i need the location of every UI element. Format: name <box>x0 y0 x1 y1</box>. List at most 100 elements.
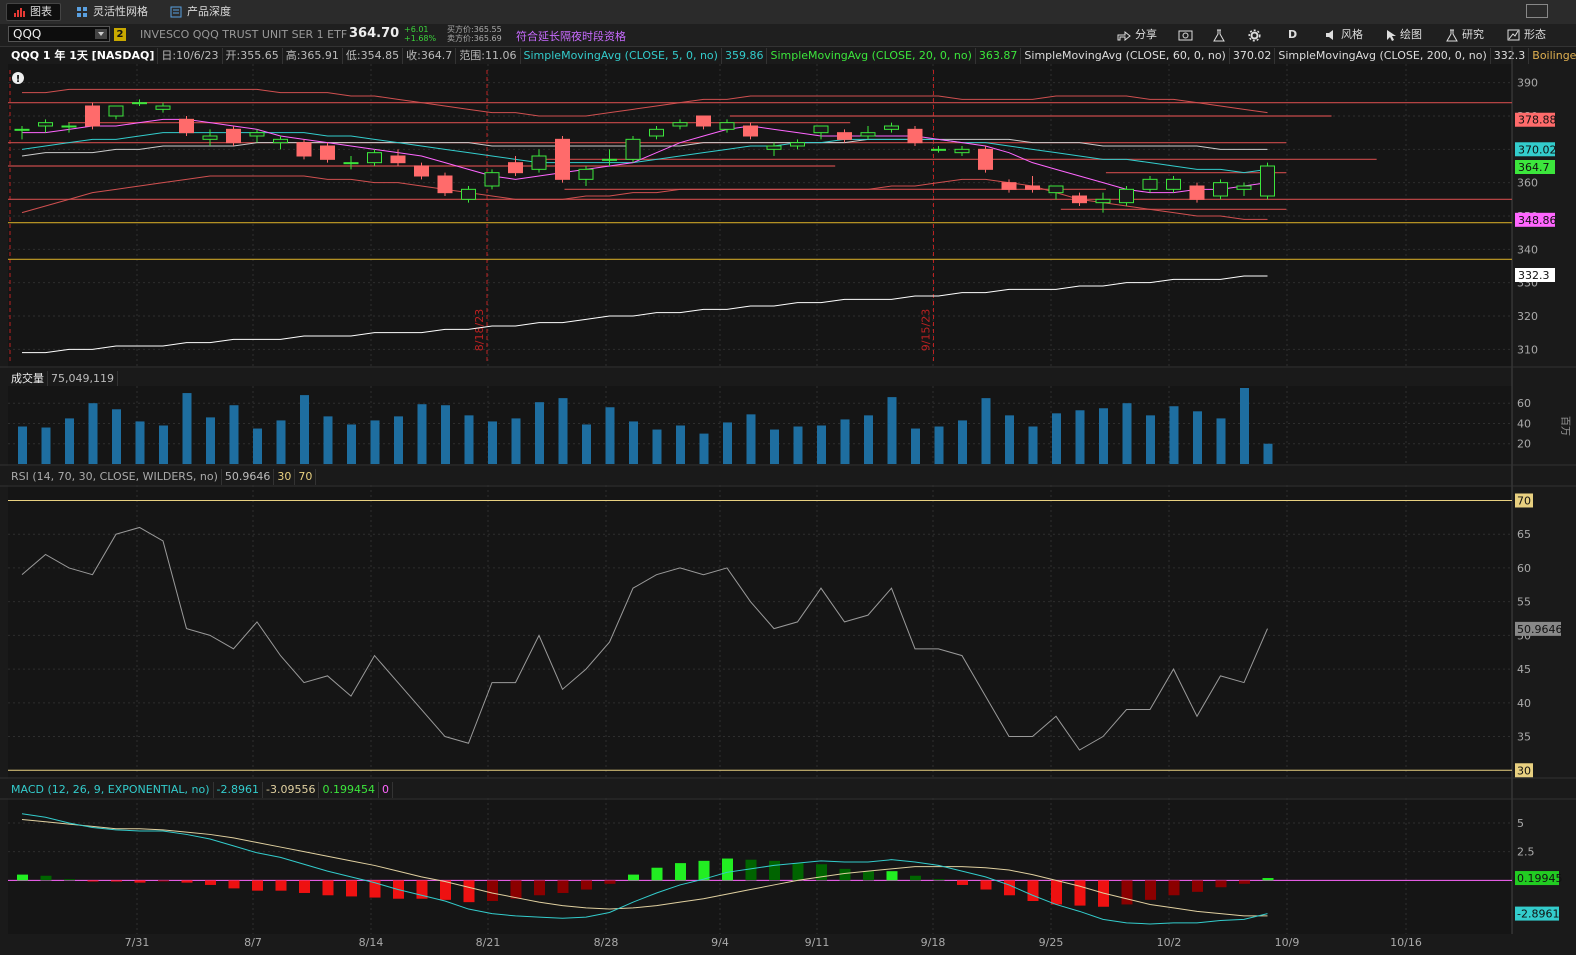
candle-body <box>108 105 124 117</box>
candle-body <box>625 138 641 160</box>
volume-bar <box>88 403 98 464</box>
candle <box>484 169 500 190</box>
candle-body <box>813 125 829 134</box>
volume-bar <box>1028 426 1038 464</box>
y-tick-label: 360 <box>1517 177 1538 190</box>
volume-bar <box>370 420 380 464</box>
macd-histogram-bar <box>980 880 992 890</box>
volume-bar <box>746 414 756 464</box>
candle-body <box>884 125 899 130</box>
candle-body <box>296 142 312 157</box>
candle-body <box>273 138 288 144</box>
candle <box>85 102 100 130</box>
x-tick-label: 8/7 <box>244 936 262 949</box>
macd-histogram-bar <box>557 880 569 893</box>
macd-histogram-bar <box>1074 880 1086 906</box>
x-tick-label: 8/21 <box>476 936 501 949</box>
candle-body <box>179 118 194 134</box>
candle-body <box>790 142 805 147</box>
volume-bar <box>441 405 450 464</box>
candle-body <box>1189 185 1205 200</box>
macd-histogram-bar <box>651 867 663 881</box>
candle-body <box>1072 195 1087 204</box>
x-tick-label: 10/9 <box>1275 936 1300 949</box>
macd-histogram-bar <box>252 880 263 891</box>
candle-body <box>249 132 265 137</box>
volume-bar <box>981 398 991 464</box>
macd-pane-bg <box>8 798 1512 934</box>
candle-body <box>85 105 100 127</box>
price-label: 378.88 <box>1518 114 1557 127</box>
volume-bar <box>1005 415 1014 464</box>
macd-histogram-bar <box>228 880 240 889</box>
candle-body <box>484 172 500 187</box>
volume-bar <box>676 425 685 464</box>
candle-body <box>461 188 476 200</box>
y-tick-label: 320 <box>1517 310 1538 323</box>
volume-bar <box>1122 403 1132 464</box>
x-tick-label: 10/2 <box>1157 936 1182 949</box>
macd-histogram-bar <box>722 858 733 881</box>
candle-body <box>226 128 241 144</box>
volume-bar <box>511 418 521 464</box>
y-tick-label: 65 <box>1517 528 1531 541</box>
macd-histogram-bar <box>675 863 686 881</box>
volume-bar <box>840 419 850 464</box>
volume-bar <box>864 415 873 464</box>
volume-bar <box>1169 406 1179 464</box>
macd-histogram-bar <box>1192 880 1203 892</box>
volume-bar <box>347 424 356 464</box>
y-tick-label: 40 <box>1517 417 1531 430</box>
volume-bar <box>817 425 826 464</box>
x-tick-label: 9/25 <box>1039 936 1064 949</box>
volume-unit-label: 百万 <box>1559 416 1571 436</box>
candle-body <box>555 138 570 180</box>
y-tick-label: 340 <box>1517 243 1538 256</box>
x-tick-label: 9/11 <box>805 936 830 949</box>
volume-bar <box>1052 413 1061 464</box>
macd-histogram-bar <box>299 880 310 893</box>
chart-canvas[interactable]: 7/31 8/7 8/14 8/21 8/28 9/4 9/11 9/18 9/25 10/2 10… <box>0 0 1576 955</box>
volume-bar <box>911 428 920 464</box>
macd-histogram-bar <box>205 880 216 885</box>
x-tick-label: 8/28 <box>594 936 619 949</box>
macd-histogram-bar <box>1239 880 1250 884</box>
y-tick-label: 45 <box>1517 663 1531 676</box>
volume-bar <box>558 398 568 464</box>
macd-histogram-bar <box>839 868 851 881</box>
candle-body <box>343 162 359 165</box>
volume-bar <box>605 407 615 464</box>
macd-histogram-bar <box>886 871 898 881</box>
macd-histogram-bar <box>816 864 827 881</box>
macd-histogram-bar <box>534 880 545 896</box>
macd-diff-label: 0.19945 <box>1517 872 1563 885</box>
macd-histogram-bar <box>134 880 146 883</box>
candle <box>226 126 241 146</box>
volume-bar <box>699 433 709 464</box>
candle-body <box>578 168 594 180</box>
macd-histogram-bar <box>463 880 475 903</box>
candle-body <box>907 128 923 144</box>
candle-body <box>1025 185 1040 190</box>
volume-bar <box>1099 408 1108 464</box>
candle-body <box>1142 178 1158 190</box>
volume-bar <box>887 397 897 464</box>
volume-bar <box>394 416 403 464</box>
price-label: 332.3 <box>1518 269 1550 282</box>
macd-histogram-bar <box>863 871 874 881</box>
macd-histogram-bar <box>87 880 99 882</box>
volume-bar <box>1075 410 1085 464</box>
macd-histogram-bar <box>933 879 945 881</box>
candle <box>907 126 923 146</box>
candle-body <box>672 122 688 127</box>
macd-histogram-bar <box>581 880 592 890</box>
volume-bar <box>182 393 192 464</box>
candle-body <box>367 152 382 164</box>
macd-histogram-bar <box>1051 880 1062 905</box>
macd-histogram-bar <box>1168 880 1180 896</box>
y-tick-label: 5 <box>1517 817 1524 830</box>
candle <box>437 172 453 196</box>
candle <box>978 146 993 173</box>
candle-body <box>1119 188 1134 204</box>
volume-bar <box>65 418 74 464</box>
